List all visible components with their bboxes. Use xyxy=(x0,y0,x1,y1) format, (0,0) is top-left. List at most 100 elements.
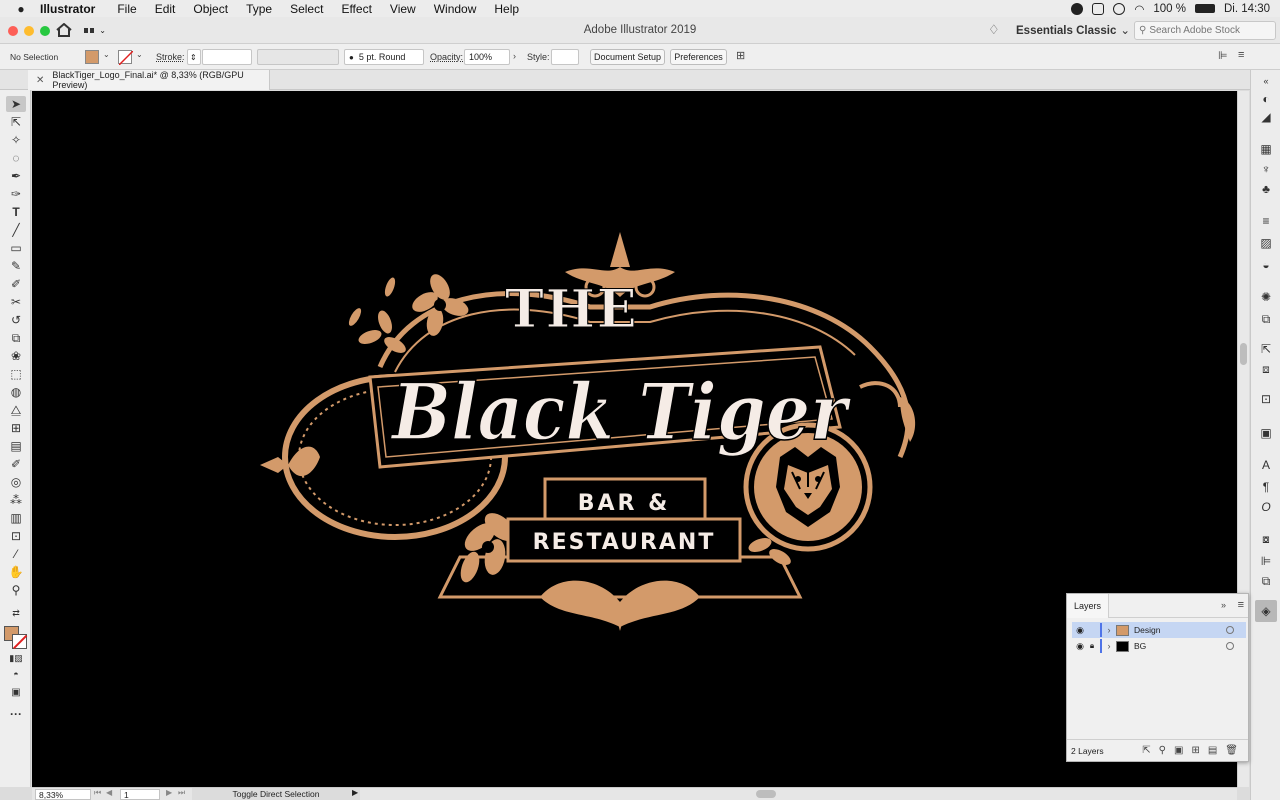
libraries-panel-icon[interactable]: ⊡ xyxy=(1259,392,1273,406)
shape-builder-tool-icon[interactable]: ◍ xyxy=(6,384,26,400)
menu-file[interactable]: File xyxy=(117,2,136,16)
layer-name[interactable]: BG xyxy=(1134,641,1226,651)
menu-select[interactable]: Select xyxy=(290,2,323,16)
stroke-weight-stepper[interactable]: ⇕ xyxy=(187,49,201,65)
layer-row-design[interactable]: ◉ › Design xyxy=(1072,622,1246,638)
artboard-tool-icon[interactable]: ⊡ xyxy=(6,528,26,544)
checkmark-status-icon[interactable] xyxy=(1071,2,1084,15)
clipping-mask-icon[interactable]: ▣ xyxy=(1174,745,1183,756)
selection-tool-icon[interactable]: ➤ xyxy=(6,96,26,112)
menu-effect[interactable]: Effect xyxy=(341,2,371,16)
transform-panel-icon[interactable]: ⧈ xyxy=(1259,362,1273,376)
mesh-tool-icon[interactable]: ⊞ xyxy=(6,420,26,436)
paintbrush-tool-icon[interactable]: ✎ xyxy=(6,258,26,274)
screen-mode-icon[interactable]: ▣ xyxy=(6,684,26,700)
lock-icon[interactable]: 🔒︎ xyxy=(1086,641,1098,651)
layer-target-icon[interactable] xyxy=(1226,642,1234,650)
rotate-tool-icon[interactable]: ↺ xyxy=(6,312,26,328)
artboard-number-field[interactable]: 1 xyxy=(120,789,160,800)
lasso-tool-icon[interactable]: ◌ xyxy=(6,150,26,166)
paragraph-panel-icon[interactable]: ¶ xyxy=(1259,480,1273,494)
panel-menu-icon[interactable]: ≡ xyxy=(1238,49,1244,61)
preferences-button[interactable]: Preferences xyxy=(670,49,727,65)
direct-selection-tool-icon[interactable]: ⇱ xyxy=(6,114,26,130)
opacity-field[interactable]: 100% xyxy=(464,49,510,65)
align-panel-icon[interactable]: ⊫ xyxy=(1259,554,1273,568)
gradient-tool-icon[interactable]: ▤ xyxy=(6,438,26,454)
visibility-eye-icon[interactable]: ◉ xyxy=(1074,625,1086,636)
apple-icon[interactable]: ● xyxy=(14,2,28,16)
blend-tool-icon[interactable]: ◎ xyxy=(6,474,26,490)
menu-window[interactable]: Window xyxy=(434,2,477,16)
previous-artboard-icon[interactable]: ◀ xyxy=(106,788,112,797)
swatches-panel-icon[interactable]: ▦ xyxy=(1259,142,1273,156)
menu-object[interactable]: Object xyxy=(193,2,228,16)
layer-target-icon[interactable] xyxy=(1226,626,1234,634)
export-panel-icon[interactable]: ⇱ xyxy=(1259,342,1273,356)
variable-width-profile[interactable] xyxy=(257,49,339,65)
layer-row-bg[interactable]: ◉ 🔒︎ › BG xyxy=(1072,638,1246,654)
new-layer-icon[interactable]: ▤ xyxy=(1208,745,1217,756)
align-icon[interactable]: ⊫ xyxy=(1218,49,1228,62)
graphic-style-picker[interactable] xyxy=(551,49,579,65)
perspective-grid-tool-icon[interactable]: ⧋ xyxy=(6,402,26,418)
column-graph-tool-icon[interactable]: ▥ xyxy=(6,510,26,526)
stroke-color-box[interactable] xyxy=(12,634,27,649)
eraser-tool-icon[interactable]: ✋ xyxy=(6,564,26,580)
expand-layer-icon[interactable]: › xyxy=(1102,641,1116,651)
symbol-sprayer-tool-icon[interactable]: ⁂ xyxy=(6,492,26,508)
fill-stroke-indicator[interactable] xyxy=(4,626,28,650)
gradient-panel-icon[interactable]: ▨ xyxy=(1259,236,1273,250)
arrange-icon[interactable]: ⊞ xyxy=(736,49,745,62)
color-panel-icon[interactable]: ◐ xyxy=(1259,92,1273,106)
fill-dropdown-icon[interactable]: ⌄ xyxy=(103,50,110,59)
delete-layer-icon[interactable]: 🗑︎ xyxy=(1225,745,1238,756)
stroke-swatch[interactable] xyxy=(118,50,133,65)
stock-search-input[interactable] xyxy=(1149,25,1268,36)
menu-app-name[interactable]: Illustrator xyxy=(40,2,95,16)
stroke-dropdown-icon[interactable]: ⌄ xyxy=(136,50,143,59)
symbols-panel-icon[interactable]: ♣ xyxy=(1259,182,1273,196)
line-tool-icon[interactable]: ╱ xyxy=(6,222,26,238)
menu-type[interactable]: Type xyxy=(246,2,272,16)
character-panel-icon[interactable]: A xyxy=(1259,458,1273,472)
new-sublayer-icon[interactable]: ⊞ xyxy=(1191,745,1199,756)
expand-layer-icon[interactable]: › xyxy=(1102,625,1116,635)
visibility-eye-icon[interactable]: ◉ xyxy=(1074,641,1086,652)
brushes-panel-icon[interactable]: ♆ xyxy=(1259,162,1273,176)
sync-icon[interactable] xyxy=(1113,2,1126,15)
lightbulb-icon[interactable]: ♢ xyxy=(988,22,1000,38)
opacity-label[interactable]: Opacity: xyxy=(430,52,463,62)
swap-fill-stroke-icon[interactable]: ⇄ xyxy=(6,605,26,621)
curvature-tool-icon[interactable]: ✑ xyxy=(6,186,26,202)
stroke-label[interactable]: Stroke: xyxy=(156,52,185,62)
shaper-tool-icon[interactable]: ✐ xyxy=(6,276,26,292)
horizontal-scroll-thumb[interactable] xyxy=(756,790,776,798)
pen-tool-icon[interactable]: ✒ xyxy=(6,168,26,184)
free-transform-tool-icon[interactable]: ⬚ xyxy=(6,366,26,382)
brush-definition[interactable]: ● 5 pt. Round xyxy=(344,49,424,65)
workspace-switcher[interactable]: Essentials Classic ⌄ xyxy=(1016,23,1130,37)
magic-wand-tool-icon[interactable]: ✧ xyxy=(6,132,26,148)
document-setup-button[interactable]: Document Setup xyxy=(590,49,665,65)
close-tab-icon[interactable]: ✕ xyxy=(36,75,44,86)
zoom-level-field[interactable]: 8,33% xyxy=(35,789,91,800)
layers-tab[interactable]: Layers xyxy=(1067,594,1110,618)
status-message[interactable]: Toggle Direct Selection xyxy=(192,788,360,800)
creative-cloud-icon[interactable] xyxy=(1092,2,1105,15)
scissors-tool-icon[interactable]: ✂ xyxy=(6,294,26,310)
battery-icon[interactable] xyxy=(1194,4,1215,13)
menu-view[interactable]: View xyxy=(390,2,416,16)
asset-export-icon[interactable]: ▣ xyxy=(1259,426,1273,440)
next-artboard-icon[interactable]: ▶ xyxy=(166,788,172,797)
layers-panel-icon[interactable]: ◈ xyxy=(1255,600,1277,622)
black-tiger-logo-artwork[interactable]: THE Black Tiger BAR & RESTAURANT xyxy=(260,227,920,631)
layer-name[interactable]: Design xyxy=(1134,625,1226,635)
wifi-icon[interactable]: ◠ xyxy=(1134,2,1144,16)
zoom-tool-icon[interactable]: ⚲ xyxy=(6,582,26,598)
graphic-styles-panel-icon[interactable]: ⧉ xyxy=(1259,312,1273,326)
canvas[interactable]: THE Black Tiger BAR & RESTAURANT xyxy=(32,91,1237,787)
edit-toolbar-icon[interactable]: ··· xyxy=(6,706,26,722)
first-artboard-icon[interactable]: ⏮ xyxy=(94,788,101,798)
menu-edit[interactable]: Edit xyxy=(155,2,176,16)
